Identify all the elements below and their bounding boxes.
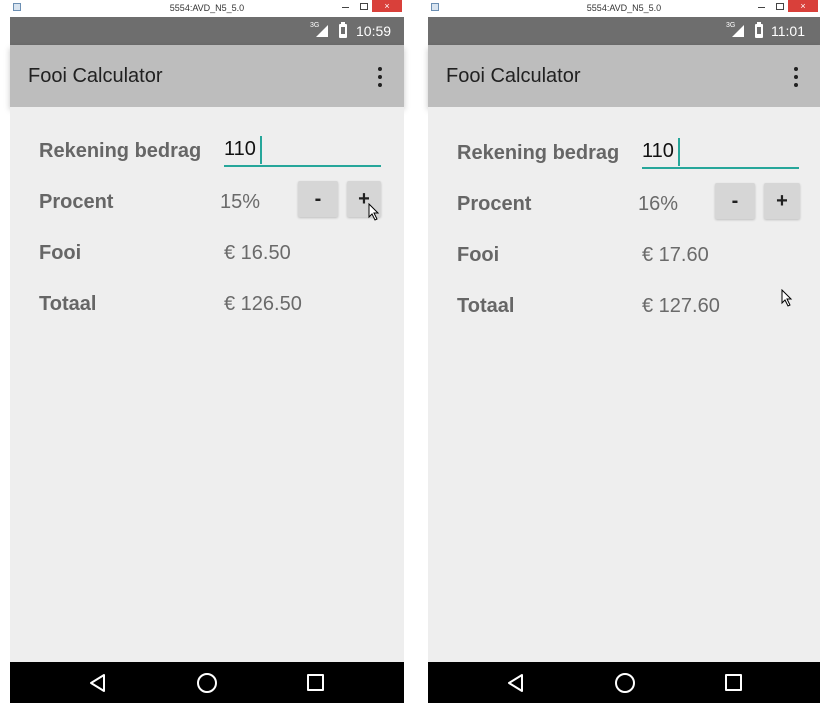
- increase-percent-button[interactable]: +: [764, 183, 800, 219]
- signal-icon: [316, 25, 328, 37]
- app-title: Fooi Calculator: [28, 65, 163, 87]
- minimize-icon[interactable]: [339, 0, 353, 14]
- battery-icon: [755, 22, 763, 38]
- decrease-percent-button[interactable]: -: [298, 181, 338, 217]
- overflow-menu-icon[interactable]: [376, 67, 384, 87]
- calculator-form: Rekening bedrag Procent 15% - + Fooi € 1…: [10, 107, 404, 662]
- android-nav-bar: [10, 662, 404, 703]
- text-caret: [678, 138, 680, 166]
- totaal-value: € 126.50: [224, 293, 302, 315]
- window-titlebar: 5554:AVD_N5_5.0 ×: [10, 0, 404, 17]
- decrease-percent-button[interactable]: -: [715, 183, 755, 219]
- fooi-value: € 17.60: [642, 244, 709, 266]
- status-clock: 11:01: [771, 23, 805, 39]
- mouse-cursor-icon: [368, 203, 380, 221]
- procent-label: Procent: [457, 193, 532, 215]
- status-clock: 10:59: [356, 23, 392, 39]
- rekening-label: Rekening bedrag: [39, 140, 202, 162]
- totaal-label: Totaal: [39, 293, 97, 315]
- maximize-icon[interactable]: [773, 0, 787, 14]
- window-titlebar: 5554:AVD_N5_5.0 ×: [428, 0, 820, 17]
- totaal-label: Totaal: [457, 295, 515, 317]
- procent-value: 15%: [220, 191, 261, 213]
- app-bar: Fooi Calculator: [10, 45, 404, 107]
- totaal-value: € 127.60: [642, 295, 720, 317]
- emulator-window-left: 5554:AVD_N5_5.0 × 3G 10:59 Fooi Calculat…: [10, 0, 404, 703]
- battery-icon: [339, 22, 347, 38]
- bill-amount-input[interactable]: [224, 133, 381, 167]
- fooi-value: € 16.50: [224, 242, 291, 264]
- maximize-icon[interactable]: [357, 0, 371, 14]
- calculator-form: Rekening bedrag Procent 16% - + Fooi € 1…: [428, 107, 820, 662]
- recent-apps-icon[interactable]: [307, 674, 324, 691]
- fooi-label: Fooi: [457, 244, 500, 266]
- back-icon[interactable]: [88, 673, 108, 693]
- overflow-menu-icon[interactable]: [792, 67, 800, 87]
- mouse-cursor-icon: [781, 289, 793, 307]
- home-icon[interactable]: [197, 673, 217, 693]
- signal-icon: [732, 25, 744, 37]
- minimize-icon[interactable]: [755, 0, 769, 14]
- back-icon[interactable]: [506, 673, 526, 693]
- procent-value: 16%: [638, 193, 679, 215]
- close-icon[interactable]: ×: [788, 0, 818, 12]
- rekening-label: Rekening bedrag: [457, 142, 620, 164]
- fooi-label: Fooi: [39, 242, 82, 264]
- home-icon[interactable]: [615, 673, 635, 693]
- text-caret: [260, 136, 262, 164]
- android-nav-bar: [428, 662, 820, 703]
- status-bar: 3G 11:01: [428, 17, 820, 45]
- status-bar: 3G 10:59: [10, 17, 404, 45]
- recent-apps-icon[interactable]: [725, 674, 742, 691]
- procent-label: Procent: [39, 191, 114, 213]
- app-bar: Fooi Calculator: [428, 45, 820, 107]
- app-title: Fooi Calculator: [446, 65, 581, 87]
- close-icon[interactable]: ×: [372, 0, 402, 12]
- emulator-window-right: 5554:AVD_N5_5.0 × 3G 11:01 Fooi Calculat…: [428, 0, 820, 703]
- bill-amount-input[interactable]: [642, 135, 799, 169]
